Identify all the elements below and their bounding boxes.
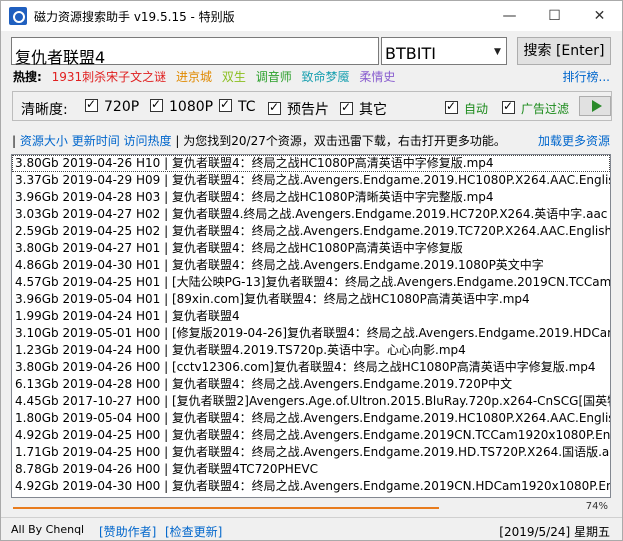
hot-item-5[interactable]: 致命梦魇 — [302, 70, 350, 84]
list-item[interactable]: 3.96Gb 2019-04-28 H03 | 复仇者联盟4：终局之战HC108… — [12, 189, 610, 206]
hot-search-label: 热搜: — [13, 70, 42, 84]
list-item[interactable]: 3.96Gb 2019-05-04 H01 | [89xin.com]复仇者联盟… — [12, 291, 610, 308]
filter-tc-checkbox[interactable]: TC — [219, 97, 256, 115]
sponsor-link[interactable]: [赞助作者] — [99, 523, 156, 540]
play-button[interactable] — [579, 96, 611, 116]
status-bar: All By Chenql [赞助作者] [检查更新] [2019/5/24] … — [1, 517, 622, 541]
results-list[interactable]: 3.80Gb 2019-04-26 H10 | 复仇者联盟4：终局之战HC108… — [11, 154, 611, 498]
filter-1080p-label: 1080P — [169, 99, 214, 115]
list-item[interactable]: 4.92Gb 2019-04-30 H00 | 复仇者联盟4：终局之战.Aven… — [12, 478, 610, 495]
checkbox-check-icon — [85, 97, 98, 112]
filter-trailer-checkbox[interactable]: 预告片 — [268, 99, 329, 119]
resolution-label: 清晰度: — [21, 102, 68, 118]
rank-list-link[interactable]: 排行榜... — [563, 68, 610, 85]
checkbox-check-icon — [268, 100, 281, 115]
engine-select[interactable]: BTBITI ▼ — [381, 37, 507, 65]
window-title: 磁力资源搜索助手 v19.5.15 - 特别版 — [34, 10, 235, 24]
list-item[interactable]: 4.86Gb 2019-04-30 H01 | 复仇者联盟4：终局之战.Aven… — [12, 257, 610, 274]
auto-label: 自动 — [464, 102, 489, 116]
sort-hot-link[interactable]: 访问热度 — [124, 134, 172, 148]
sort-size-link[interactable]: 资源大小 — [20, 134, 68, 148]
filter-720p-label: 720P — [104, 99, 140, 115]
list-item[interactable]: 3.80Gb 2019-04-26 H00 | [cctv12306.com]复… — [12, 359, 610, 376]
checkbox-check-icon — [219, 97, 232, 112]
ad-filter-label: 广告过滤 — [521, 102, 570, 116]
filter-trailer-label: 预告片 — [287, 102, 329, 118]
search-query-text: 复仇者联盟4 — [15, 48, 106, 67]
checkbox-check-icon — [340, 100, 353, 115]
filter-1080p-checkbox[interactable]: 1080P — [150, 97, 214, 115]
author-credit: All By Chenql — [11, 523, 85, 536]
list-item[interactable]: 4.45Gb 2017-10-27 H00 | [复仇者联盟2]Avengers… — [12, 393, 610, 410]
check-update-link[interactable]: [检查更新] — [165, 523, 222, 540]
checkbox-check-icon — [150, 97, 163, 112]
filter-panel: 清晰度: 720P 1080P TC 预告片 其它 自动 广告过滤 — [12, 91, 612, 121]
list-item[interactable]: 6.13Gb 2019-04-28 H00 | 复仇者联盟4：终局之战.Aven… — [12, 376, 610, 393]
play-icon — [592, 100, 602, 112]
list-item[interactable]: 1.80Gb 2019-05-04 H00 | 复仇者联盟4：终局之战.Aven… — [12, 410, 610, 427]
filter-other-label: 其它 — [359, 102, 387, 118]
auto-checkbox[interactable]: 自动 — [445, 99, 489, 117]
info-bar: | 资源大小 更新时间 访问热度 | 为您找到20/27个资源，双击迅雷下载，右… — [12, 132, 506, 149]
search-button[interactable]: 搜索 [Enter] — [517, 37, 611, 65]
app-window: 磁力资源搜索助手 v19.5.15 - 特别版 — ☐ ✕ 复仇者联盟4 BTB… — [0, 0, 623, 541]
hot-item-6[interactable]: 柔情史 — [359, 70, 395, 84]
list-item[interactable]: 1.99Gb 2019-04-24 H01 | 复仇者联盟4 — [12, 308, 610, 325]
result-message: 为您找到20/27个资源，双击迅雷下载，右击打开更多功能。 — [183, 134, 506, 148]
list-item[interactable]: 3.80Gb 2019-04-26 H10 | 复仇者联盟4：终局之战HC108… — [12, 155, 610, 172]
filter-other-checkbox[interactable]: 其它 — [340, 99, 387, 119]
hot-item-1[interactable]: 1931刺杀宋子文之谜 — [52, 70, 167, 84]
hot-search-bar: 热搜: 1931刺杀宋子文之谜 进京城 双生 调音师 致命梦魇 柔情史 — [13, 68, 401, 85]
list-item[interactable]: 1.23Gb 2019-04-24 H00 | 复仇者联盟4.2019.TS72… — [12, 342, 610, 359]
list-item[interactable]: 4.57Gb 2019-04-25 H01 | [大陆公映PG-13]复仇者联盟… — [12, 274, 610, 291]
chevron-down-icon[interactable]: ▼ — [489, 38, 506, 64]
status-date: [2019/5/24] 星期五 — [499, 525, 610, 539]
list-item[interactable]: 1.71Gb 2019-04-25 H00 | 复仇者联盟4：终局之战.Aven… — [12, 444, 610, 461]
list-item[interactable]: 3.37Gb 2019-04-29 H09 | 复仇者联盟4：终局之战.Aven… — [12, 172, 610, 189]
load-progress-bar — [13, 507, 439, 509]
hot-item-2[interactable]: 进京城 — [176, 70, 212, 84]
list-item[interactable]: 8.78Gb 2019-04-26 H00 | 复仇者联盟4TC720PHEVC — [12, 461, 610, 478]
progress-percent: 74% — [585, 501, 608, 512]
list-item[interactable]: 3.80Gb 2019-04-27 H01 | 复仇者联盟4：终局之战HC108… — [12, 240, 610, 257]
sort-time-link[interactable]: 更新时间 — [72, 134, 120, 148]
close-button[interactable]: ✕ — [577, 1, 622, 31]
search-input[interactable]: 复仇者联盟4 — [11, 37, 379, 67]
separator: | — [12, 134, 20, 148]
filter-tc-label: TC — [238, 99, 256, 115]
hot-item-4[interactable]: 调音师 — [256, 70, 292, 84]
minimize-button[interactable]: — — [487, 1, 532, 31]
ad-filter-checkbox[interactable]: 广告过滤 — [502, 99, 570, 117]
app-logo-icon — [9, 7, 27, 25]
title-bar: 磁力资源搜索助手 v19.5.15 - 特别版 — ☐ ✕ — [1, 1, 622, 31]
checkbox-check-icon — [445, 99, 458, 114]
checkbox-check-icon — [502, 99, 515, 114]
hot-item-3[interactable]: 双生 — [222, 70, 246, 84]
maximize-button[interactable]: ☐ — [532, 1, 577, 31]
load-more-link[interactable]: 加载更多资源 — [538, 132, 610, 149]
list-item[interactable]: 3.10Gb 2019-05-01 H00 | [修复版2019-04-26]复… — [12, 325, 610, 342]
filter-720p-checkbox[interactable]: 720P — [85, 97, 140, 115]
list-item[interactable]: 4.92Gb 2019-04-25 H00 | 复仇者联盟4：终局之战.Aven… — [12, 427, 610, 444]
list-item[interactable]: 2.59Gb 2019-04-25 H02 | 复仇者联盟4：终局之战.Aven… — [12, 223, 610, 240]
list-item[interactable]: 3.03Gb 2019-04-27 H02 | 复仇者联盟4.终局之战.Aven… — [12, 206, 610, 223]
engine-value: BTBITI — [385, 44, 436, 63]
